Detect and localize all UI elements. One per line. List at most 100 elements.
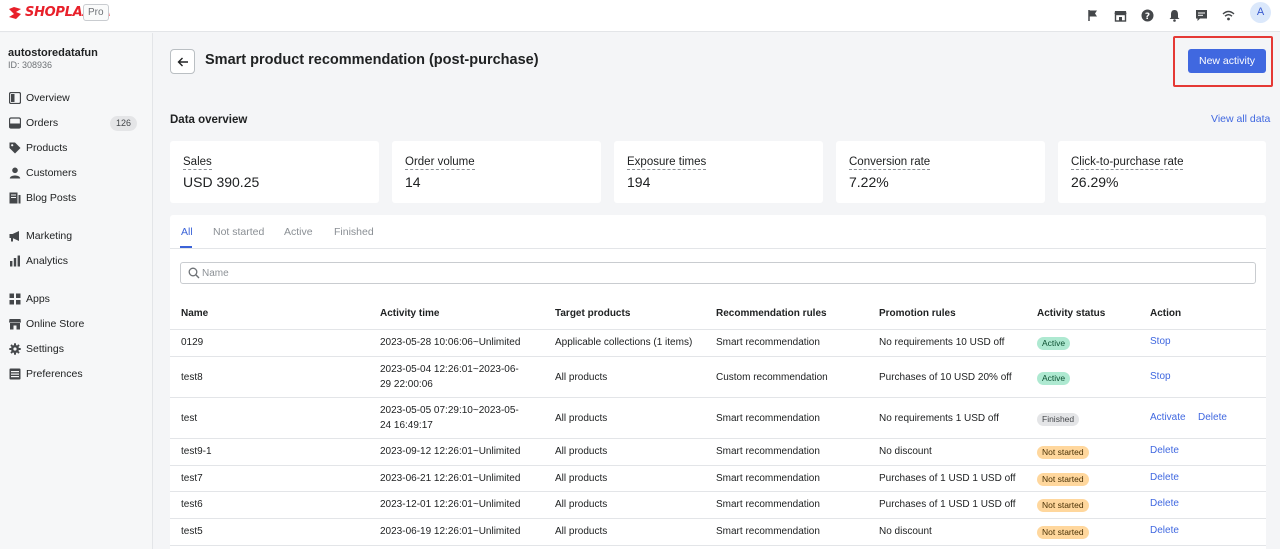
sidebar-item-online-store[interactable]: Online Store [0, 314, 153, 336]
click-to-purchase-rate-card: Click-to-purchase rate 26.29% [1058, 141, 1266, 203]
activity-time-cont: 29 22:00:06 [380, 379, 433, 390]
sidebar-item-preferences[interactable]: Preferences [0, 364, 153, 386]
target-products: All products [555, 446, 608, 457]
promotion-rule: No discount [879, 526, 932, 537]
store-icon[interactable] [1111, 6, 1129, 24]
activity-time: 2023-09-12 12:26:01~Unlimited [380, 446, 521, 457]
sidebar-item-settings[interactable]: Settings [0, 339, 153, 361]
sidebar-item-products[interactable]: Products [0, 138, 153, 160]
sidebar-item-customers[interactable]: Customers [0, 163, 153, 185]
store-icon [9, 319, 21, 330]
sidebar-item-label: Analytics [26, 255, 69, 267]
search-icon [188, 267, 200, 279]
activity-time-cont: 24 16:49:17 [380, 420, 433, 431]
card-value: 7.22% [849, 174, 889, 190]
megaphone-icon [9, 231, 19, 242]
sidebar-item-orders[interactable]: Orders 126 [0, 113, 153, 135]
activity-time: 2023-05-04 12:26:01~2023-06- [380, 364, 519, 375]
search-input[interactable]: Name [180, 262, 1256, 284]
promotion-rule: Purchases of 10 USD 20% off [879, 372, 1012, 383]
column-header: Name [181, 308, 209, 319]
column-header: Recommendation rules [716, 308, 827, 319]
recommendation-rule: Custom recommendation [716, 372, 828, 383]
recommendation-rule: Smart recommendation [716, 499, 820, 510]
new-activity-button[interactable]: New activity [1188, 49, 1266, 73]
bell-icon[interactable] [1165, 6, 1183, 24]
help-icon[interactable]: ? [1138, 6, 1156, 24]
sidebar-item-overview[interactable]: Overview [0, 88, 153, 110]
bar-chart-icon [10, 255, 20, 267]
stop-link[interactable]: Stop [1150, 336, 1171, 347]
card-label[interactable]: Click-to-purchase rate [1071, 156, 1184, 170]
arrow-left-icon [177, 57, 188, 66]
column-header: Activity time [380, 308, 440, 319]
table-row: test8 2023-05-04 12:26:01~2023-06- 29 22… [170, 357, 1266, 398]
delete-link[interactable]: Delete [1150, 498, 1179, 509]
sales-card: Sales USD 390.25 [170, 141, 379, 203]
sidebar-item-label: Marketing [26, 230, 73, 242]
card-label[interactable]: Exposure times [627, 156, 707, 170]
wifi-icon[interactable] [1219, 6, 1237, 24]
activity-time: 2023-06-19 12:26:01~Unlimited [380, 526, 521, 537]
person-icon [9, 167, 21, 179]
view-all-data-link[interactable]: View all data [1211, 113, 1270, 125]
promotion-rule: No requirements 10 USD off [879, 337, 1005, 348]
top-bar: SHOPLAZZA Pro ? A [0, 0, 1280, 32]
order-volume-card: Order volume 14 [392, 141, 601, 203]
table-row: test9-1 2023-09-12 12:26:01~Unlimited Al… [170, 439, 1266, 466]
card-value: 194 [627, 174, 651, 190]
svg-text:?: ? [1144, 11, 1149, 21]
promotion-rule: No requirements 1 USD off [879, 413, 999, 424]
gear-icon [9, 343, 21, 355]
chat-icon[interactable] [1192, 6, 1210, 24]
sidebar-item-marketing[interactable]: Marketing [0, 226, 153, 248]
active-tab-indicator [180, 246, 192, 248]
activity-name: test5 [181, 526, 203, 537]
tab-all[interactable]: All [181, 226, 193, 238]
status-badge: Not started [1037, 446, 1089, 459]
promotion-rule: Purchases of 1 USD 1 USD off [879, 499, 1016, 510]
store-name: autostoredatafun [8, 47, 98, 59]
flag-icon[interactable] [1084, 6, 1102, 24]
column-header: Action [1150, 308, 1182, 319]
column-header: Promotion rules [879, 308, 956, 319]
target-products: Applicable collections (1 items) [555, 337, 693, 348]
apps-icon [9, 293, 21, 305]
conversion-rate-card: Conversion rate 7.22% [836, 141, 1045, 203]
status-badge: Not started [1037, 526, 1089, 539]
activate-link[interactable]: Activate [1150, 412, 1186, 423]
column-header: Target products [555, 308, 631, 319]
delete-link[interactable]: Delete [1150, 472, 1179, 483]
user-avatar[interactable]: A [1250, 2, 1271, 23]
data-overview-title: Data overview [170, 114, 248, 126]
activity-time: 2023-05-05 07:29:10~2023-05- [380, 405, 519, 416]
tab-finished[interactable]: Finished [334, 226, 374, 238]
table-row: test 2023-05-05 07:29:10~2023-05- 24 16:… [170, 398, 1266, 439]
card-label[interactable]: Order volume [405, 156, 475, 170]
promotion-rule: No discount [879, 446, 932, 457]
card-label[interactable]: Sales [183, 156, 212, 170]
delete-link[interactable]: Delete [1150, 525, 1179, 536]
sidebar-item-label: Online Store [26, 318, 85, 330]
blog-icon [9, 192, 21, 204]
tab-not-started[interactable]: Not started [213, 226, 264, 238]
shoplazza-logo-icon [9, 6, 21, 19]
target-products: All products [555, 413, 608, 424]
delete-link[interactable]: Delete [1150, 445, 1179, 456]
list-icon [9, 368, 21, 380]
stop-link[interactable]: Stop [1150, 371, 1171, 382]
sidebar-item-label: Preferences [26, 368, 83, 380]
back-button[interactable] [170, 49, 195, 74]
recommendation-rule: Smart recommendation [716, 526, 820, 537]
table-row: test6 2023-12-01 12:26:01~Unlimited All … [170, 492, 1266, 519]
tab-active[interactable]: Active [284, 226, 313, 238]
card-label[interactable]: Conversion rate [849, 156, 931, 170]
delete-link[interactable]: Delete [1198, 412, 1227, 423]
sidebar-item-blog-posts[interactable]: Blog Posts [0, 188, 153, 210]
sidebar-item-label: Orders [26, 117, 59, 129]
sidebar-item-apps[interactable]: Apps [0, 289, 153, 311]
overview-icon [9, 92, 21, 104]
table-header: Name Activity time Target products Recom… [170, 295, 1266, 330]
card-value: 26.29% [1071, 174, 1119, 190]
sidebar-item-analytics[interactable]: Analytics [0, 251, 153, 273]
